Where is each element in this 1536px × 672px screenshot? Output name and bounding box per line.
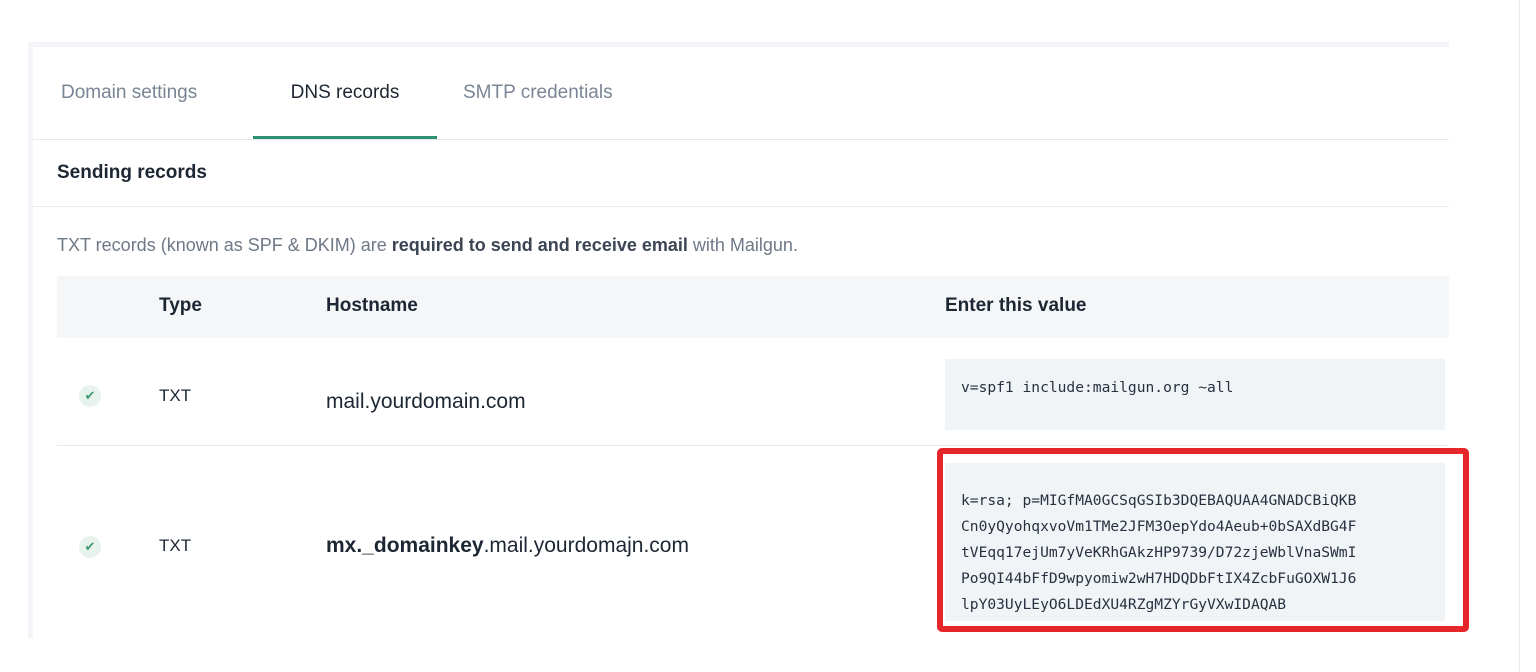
section-header: Sending records	[33, 140, 1449, 207]
record-value[interactable]: v=spf1 include:mailgun.org ~all	[945, 359, 1445, 430]
intro-prefix: TXT records (known as SPF & DKIM) are	[57, 235, 392, 255]
tab-dns-records[interactable]: DNS records	[253, 47, 437, 139]
value-line: k=rsa; p=MIGfMA0GCSqGSIb3DQEBAQUAA4GNADC…	[961, 492, 1357, 509]
record-hostname: mx._domainkey.mail.yourdomajn.com	[326, 534, 689, 558]
hostname-rest: .mail.yourdomajn.com	[483, 534, 689, 557]
value-line: lpY03UyLEyO6LDEdXU4RZgMZYrGyVXwIDAQAB	[961, 596, 1287, 613]
intro-suffix: with Mailgun.	[687, 235, 798, 255]
table-header: Type Hostname Enter this value	[57, 276, 1449, 338]
page-right-border	[1519, 0, 1520, 672]
value-line: Cn0yQyohqxvoVm1TMe2JFM3OepYdo4Aeub+0bSAX…	[961, 518, 1357, 535]
column-header-value: Enter this value	[945, 295, 1087, 316]
intro-text: TXT records (known as SPF & DKIM) are re…	[57, 235, 798, 256]
tab-smtp-credentials[interactable]: SMTP credentials	[463, 47, 653, 139]
record-type: TXT	[159, 536, 192, 555]
record-hostname: mail.yourdomain.com	[326, 390, 526, 414]
record-type: TXT	[159, 386, 192, 405]
tab-domain-settings[interactable]: Domain settings	[61, 47, 227, 139]
hostname-rest: mail.yourdomain.com	[326, 390, 526, 413]
value-line: Po9QI44bFfD9wpyomiw2wH7HDQDbFtIX4ZcbFuGO…	[961, 570, 1357, 587]
table-row: ✔ TXT mail.yourdomain.com v=spf1 include…	[57, 338, 1449, 446]
check-icon: ✔	[79, 385, 101, 407]
intro-bold: required to send and receive email	[391, 235, 688, 255]
column-header-hostname: Hostname	[326, 295, 418, 316]
record-value[interactable]: k=rsa; p=MIGfMA0GCSqGSIb3DQEBAQUAA4GNADC…	[945, 463, 1445, 621]
check-icon: ✔	[79, 536, 101, 558]
dns-records-panel: Domain settings DNS records SMTP credent…	[28, 42, 1449, 639]
value-line: tVEqq17ejUm7yVeKRhGAkzHP9739/D72zjeWblVn…	[961, 544, 1357, 561]
section-title: Sending records	[57, 162, 207, 183]
tab-bar: Domain settings DNS records SMTP credent…	[33, 47, 1449, 140]
table-row: ✔ TXT mx._domainkey.mail.yourdomajn.com …	[57, 446, 1449, 639]
hostname-bold: mx._domainkey	[326, 534, 484, 557]
column-header-type: Type	[159, 295, 202, 316]
